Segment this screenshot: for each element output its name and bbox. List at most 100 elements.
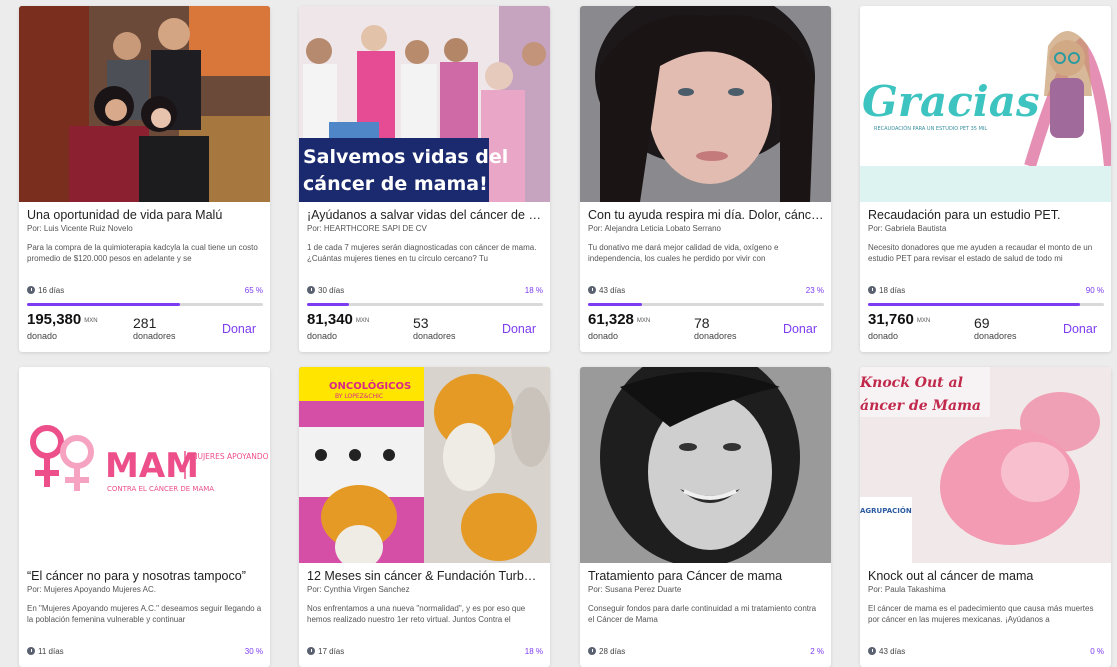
amount-value: 61,328 (588, 311, 634, 328)
progress-percent: 23 % (805, 286, 824, 295)
donor-count: 281 (133, 315, 157, 331)
campaign-title[interactable]: 12 Meses sin cáncer & Fundación Turbante… (307, 569, 543, 583)
days-remaining: 16 días (38, 286, 65, 295)
donated-label: donado (27, 331, 58, 341)
campaign-description: Nos enfrentamos a una nueva "normalidad"… (307, 604, 526, 624)
progress-percent: 0 % (1090, 647, 1104, 656)
campaign-card[interactable]: Una oportunidad de vida para Malú Por: L… (19, 6, 270, 352)
campaign-photo[interactable]: MAM MUJERES APOYANDO MUJERES CONTRA EL C… (19, 367, 270, 563)
image-headline-2: cáncer de mama! (303, 173, 488, 195)
amount-raised: 61,328 MXN (588, 311, 650, 328)
currency-label: MXN (636, 318, 651, 324)
campaign-description: 1 de cada 7 mujeres serán diagnosticadas… (307, 243, 537, 263)
campaign-description: Para la compra de la quimioterapia kadcy… (27, 243, 258, 263)
oncologicos-subtext: BY LOPEZ&CHIC (335, 393, 383, 400)
campaign-card[interactable]: Gracias RECAUDACIÓN PARA UN ESTUDIO PET … (860, 6, 1111, 352)
campaign-photo[interactable] (580, 6, 831, 202)
campaign-title[interactable]: Una oportunidad de vida para Malú (27, 208, 263, 222)
donors-label: donadores (694, 331, 737, 341)
campaign-author: Por: HEARTHCORE SAPI DE CV (307, 224, 427, 233)
campaign-photo[interactable] (19, 6, 270, 202)
campaign-card[interactable]: ONCOLÓGICOS BY LOPEZ&CHIC 12 Meses sin c… (299, 367, 550, 667)
campaign-card[interactable]: Knock Out al áncer de Mama AGRUPACIÓN Kn… (860, 367, 1111, 667)
progress-percent: 18 % (524, 647, 543, 656)
campaign-author: Por: Alejandra Leticia Lobato Serrano (588, 224, 721, 233)
campaign-author: Por: Paula Takashima (868, 585, 946, 594)
campaign-photo[interactable]: Salvemos vidas del cáncer de mama! (299, 6, 550, 202)
campaign-title[interactable]: Knock out al cáncer de mama (868, 569, 1104, 583)
campaign-description: Tu donativo me dará mejor calidad de vid… (588, 243, 779, 263)
campaign-meta: 28 días 2 % (588, 647, 824, 659)
campaign-meta: 43 días 23 % (588, 286, 824, 298)
campaign-description: Necesito donadores que me ayuden a recau… (868, 243, 1093, 263)
progress-percent: 2 % (810, 647, 824, 656)
campaign-meta: 30 días 18 % (307, 286, 543, 298)
progress-percent: 90 % (1085, 286, 1104, 295)
clock-icon (27, 647, 35, 655)
campaign-card[interactable]: MAM MUJERES APOYANDO MUJERES CONTRA EL C… (19, 367, 270, 667)
campaign-title[interactable]: Con tu ayuda respira mi día. Dolor, cánc… (588, 208, 824, 222)
donors-label: donadores (413, 331, 456, 341)
campaign-title[interactable]: ¡Ayúdanos a salvar vidas del cáncer de m… (307, 208, 543, 222)
days-remaining: 11 días (38, 647, 64, 656)
campaign-photo[interactable]: ONCOLÓGICOS BY LOPEZ&CHIC (299, 367, 550, 563)
campaign-meta: 17 días 18 % (307, 647, 543, 659)
image-headline-1: Salvemos vidas del (303, 146, 508, 168)
days-remaining: 18 días (879, 286, 906, 295)
campaign-title[interactable]: “El cáncer no para y nosotras tampoco” (27, 569, 263, 583)
campaign-card[interactable]: Tratamiento para Cáncer de mama Por: Sus… (580, 367, 831, 667)
campaign-photo[interactable] (580, 367, 831, 563)
amount-raised: 81,340 MXN (307, 311, 369, 328)
progress-bar (27, 303, 263, 306)
amount-value: 195,380 (27, 311, 82, 328)
days-remaining: 43 días (599, 286, 626, 295)
donate-button[interactable]: Donar (222, 322, 256, 336)
clock-icon (868, 286, 876, 294)
days-remaining: 43 días (879, 647, 906, 656)
donated-label: donado (868, 331, 899, 341)
campaign-title[interactable]: Tratamiento para Cáncer de mama (588, 569, 824, 583)
campaign-card[interactable]: Con tu ayuda respira mi día. Dolor, cánc… (580, 6, 831, 352)
campaign-description: Conseguir fondos para darle continuidad … (588, 604, 817, 624)
donor-count: 69 (974, 315, 990, 331)
campaign-description: En "Mujeres Apoyando mujeres A.C." desea… (27, 604, 262, 624)
campaign-photo[interactable]: Knock Out al áncer de Mama AGRUPACIÓN (860, 367, 1111, 563)
campaign-author: Por: Cynthia Virgen Sanchez (307, 585, 410, 594)
clock-icon (307, 286, 315, 294)
campaign-title[interactable]: Recaudación para un estudio PET. (868, 208, 1104, 222)
donated-label: donado (588, 331, 619, 341)
currency-label: MXN (84, 318, 98, 324)
progress-fill (307, 303, 350, 306)
donate-button[interactable]: Donar (502, 322, 536, 336)
progress-percent: 65 % (244, 286, 263, 295)
campaign-meta: 43 días 0 % (868, 647, 1104, 659)
clock-icon (307, 647, 315, 655)
campaign-author: Por: Luis Vicente Ruiz Novelo (27, 224, 133, 233)
progress-bar (307, 303, 543, 306)
donors-label: donadores (974, 331, 1017, 341)
campaign-author: Por: Gabriela Bautista (868, 224, 947, 233)
progress-fill (868, 303, 1081, 306)
image-gracias-text: Gracias (862, 77, 1040, 126)
progress-fill (27, 303, 181, 306)
campaign-meta: 18 días 90 % (868, 286, 1104, 298)
campaign-photo[interactable]: Gracias RECAUDACIÓN PARA UN ESTUDIO PET … (860, 6, 1111, 202)
mam-logo-subtext: MUJERES APOYANDO MUJERES (191, 452, 270, 461)
campaign-meta: 11 días 30 % (27, 647, 263, 659)
campaign-author: Por: Susana Perez Duarte (588, 585, 682, 594)
campaign-description: El cáncer de mama es el padecimiento que… (868, 604, 1094, 624)
campaign-card[interactable]: Salvemos vidas del cáncer de mama! ¡Ayúd… (299, 6, 550, 352)
knockout-image-title: Knock Out al (860, 375, 963, 391)
donor-count: 53 (413, 315, 429, 331)
donate-button[interactable]: Donar (1063, 322, 1097, 336)
amount-value: 81,340 (307, 311, 353, 328)
amount-raised: 195,380 MXN (27, 311, 98, 328)
clock-icon (588, 286, 596, 294)
oncologicos-text: ONCOLÓGICOS (329, 379, 411, 392)
donors-label: donadores (133, 331, 176, 341)
donated-label: donado (307, 331, 338, 341)
days-remaining: 30 días (318, 286, 345, 295)
campaign-author: Por: Mujeres Apoyando Mujeres AC. (27, 585, 156, 594)
donate-button[interactable]: Donar (783, 322, 817, 336)
days-remaining: 28 días (599, 647, 626, 656)
